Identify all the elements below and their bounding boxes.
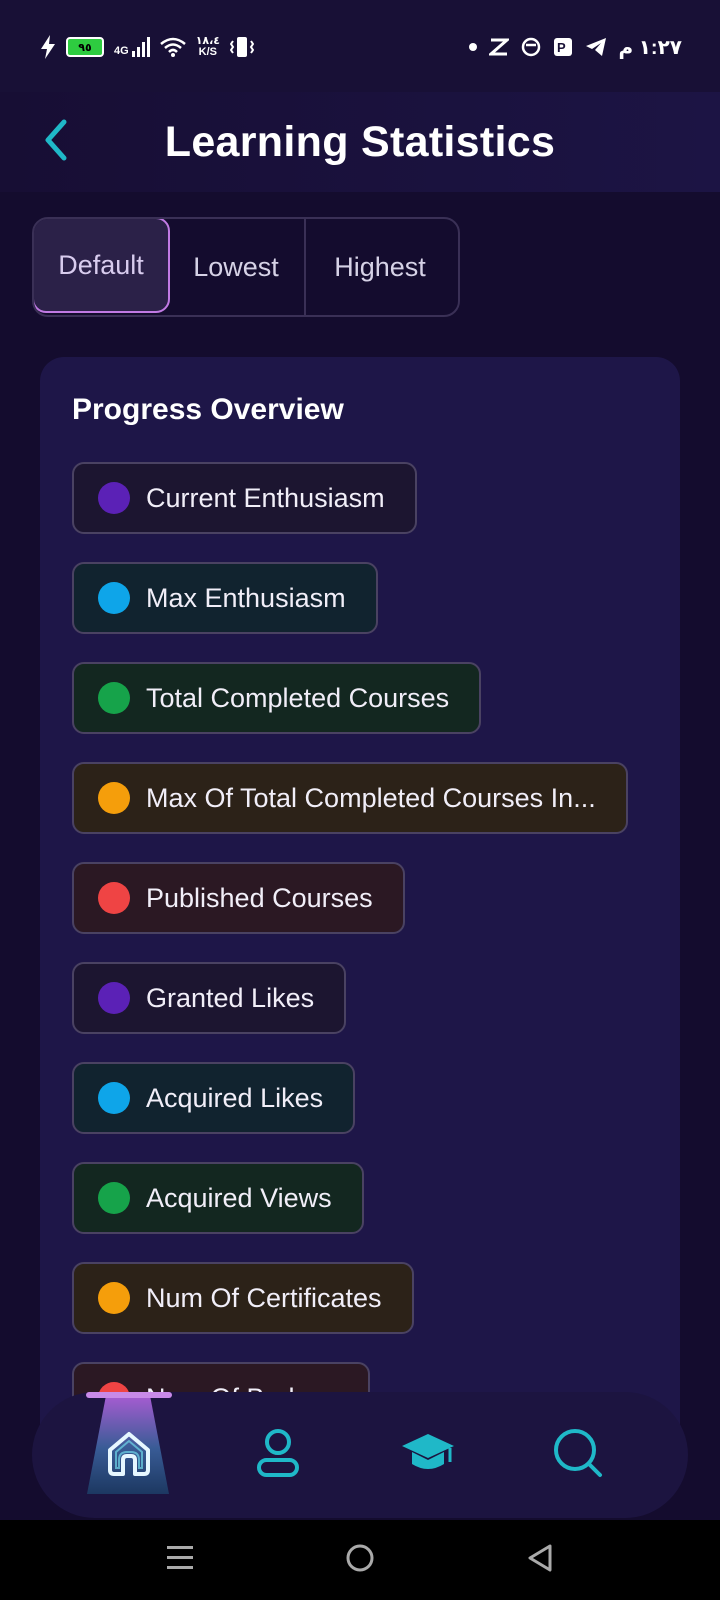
status-right: P ١:٢٧ م xyxy=(468,32,683,62)
tab-highest[interactable]: Highest xyxy=(306,219,454,315)
home-system-button[interactable] xyxy=(330,1536,390,1584)
color-dot-icon xyxy=(98,1182,130,1214)
screen: ٩٥ 4G ١٨،٤ K/S P ١:٢٧ م Learning Statist… xyxy=(0,0,720,1600)
stat-chip-label: Current Enthusiasm xyxy=(146,482,385,513)
stat-chip[interactable]: Acquired Likes xyxy=(72,1062,356,1134)
stat-chip[interactable]: Max Of Total Completed Courses In... xyxy=(72,762,628,834)
stat-chip-label: Max Enthusiasm xyxy=(146,582,346,613)
stat-chip-label: Granted Likes xyxy=(146,982,315,1013)
charging-icon xyxy=(40,35,56,59)
nav-search[interactable] xyxy=(523,1392,633,1518)
stat-chip[interactable]: Acquired Views xyxy=(72,1162,364,1234)
status-left: ٩٥ 4G ١٨،٤ K/S xyxy=(40,32,255,62)
data-speed-unit: K/S xyxy=(198,46,218,58)
stat-chip[interactable]: Published Courses xyxy=(72,862,405,934)
battery-level: ٩٥ xyxy=(78,41,92,54)
page-title: Learning Statistics xyxy=(164,117,556,166)
color-dot-icon xyxy=(98,1282,130,1314)
back-system-button[interactable] xyxy=(510,1536,570,1584)
vibrate-icon xyxy=(230,36,255,58)
signal-icon xyxy=(131,37,150,57)
stat-chip-label: Max Of Total Completed Courses In... xyxy=(146,782,596,813)
stat-chip-label: Acquired Views xyxy=(146,1182,332,1213)
telegram-icon xyxy=(585,37,607,57)
stat-chip-label: Published Courses xyxy=(146,882,373,913)
battery-icon: ٩٥ xyxy=(66,37,104,57)
recent-apps-button[interactable] xyxy=(150,1536,210,1584)
svg-text:P: P xyxy=(557,40,566,55)
bottom-navigation xyxy=(32,1392,688,1518)
network-type: 4G xyxy=(114,37,150,57)
app-header: Learning Statistics xyxy=(0,92,720,192)
wifi-icon xyxy=(159,37,186,57)
color-dot-icon xyxy=(98,482,130,514)
parking-app-icon: P xyxy=(553,37,573,57)
circle-icon xyxy=(345,1543,375,1578)
menu-icon xyxy=(165,1544,195,1577)
color-dot-icon xyxy=(98,1082,130,1114)
graduation-cap-icon xyxy=(400,1430,456,1481)
stat-chip-label: Num Of Certificates xyxy=(146,1282,382,1313)
triangle-back-icon xyxy=(526,1543,554,1578)
z-app-icon xyxy=(488,37,509,57)
stat-chip[interactable]: Granted Likes xyxy=(72,962,347,1034)
nav-profile[interactable] xyxy=(223,1392,333,1518)
app-circle-icon xyxy=(521,37,541,57)
system-navigation-bar xyxy=(0,1520,720,1600)
network-type-label: 4G xyxy=(114,45,129,57)
profile-icon xyxy=(255,1428,301,1483)
nav-home[interactable] xyxy=(74,1392,184,1518)
search-icon xyxy=(552,1427,604,1484)
color-dot-icon xyxy=(98,682,130,714)
color-dot-icon xyxy=(98,782,130,814)
home-icon xyxy=(104,1428,154,1483)
notification-dot-icon xyxy=(468,43,477,51)
stat-chip-label: Total Completed Courses xyxy=(146,682,450,713)
stat-chip[interactable]: Total Completed Courses xyxy=(72,662,482,734)
status-bar: ٩٥ 4G ١٨،٤ K/S P ١:٢٧ م xyxy=(0,0,720,92)
tab-lowest[interactable]: Lowest xyxy=(168,219,306,315)
stat-chip[interactable]: Current Enthusiasm xyxy=(72,462,417,534)
data-speed: ١٨،٤ K/S xyxy=(196,36,220,58)
stat-chip-label: Acquired Likes xyxy=(146,1082,324,1113)
sort-segmented-control: Default Lowest Highest xyxy=(32,217,460,317)
status-time: ١:٢٧ م xyxy=(618,36,683,59)
color-dot-icon xyxy=(98,882,130,914)
card-title: Progress Overview xyxy=(72,393,344,426)
color-dot-icon xyxy=(98,582,130,614)
stat-chip-list: Current Enthusiasm Max Enthusiasm Total Co… xyxy=(72,462,628,1457)
nav-courses[interactable] xyxy=(373,1392,483,1518)
stat-chip[interactable]: Num Of Certificates xyxy=(72,1262,414,1334)
tab-default[interactable]: Default xyxy=(34,219,170,313)
progress-overview-card: Progress Overview Current Enthusiasm Max … xyxy=(40,357,680,1457)
stat-chip[interactable]: Max Enthusiasm xyxy=(72,562,378,634)
color-dot-icon xyxy=(98,982,130,1014)
